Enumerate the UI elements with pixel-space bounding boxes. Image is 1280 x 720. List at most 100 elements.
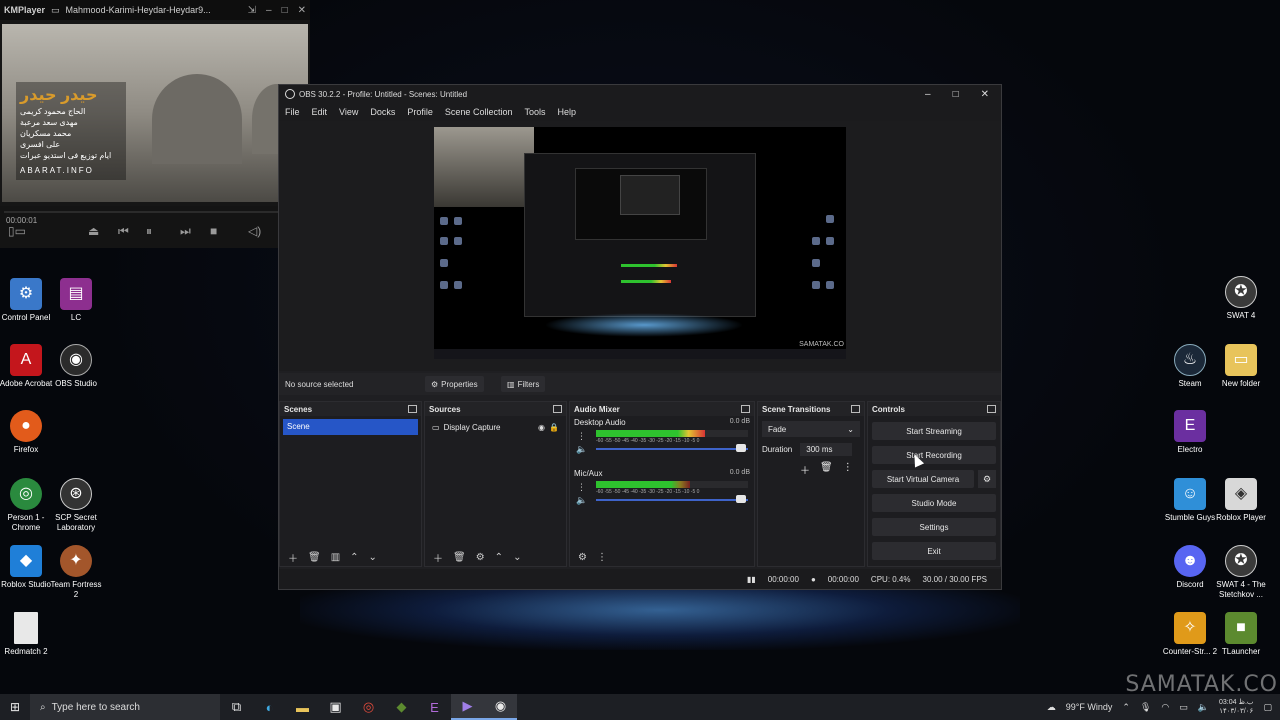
kmplayer-window[interactable]: KMPlayer ▭ Mahmood-Karimi-Heydar-Heydar9…: [0, 0, 310, 248]
kebab-menu-icon[interactable]: ⋮: [597, 552, 607, 563]
chevron-up-icon[interactable]: ⌃: [1122, 702, 1130, 713]
move-down-icon[interactable]: ⌄: [513, 552, 521, 563]
weather-text[interactable]: 99°F Windy: [1066, 702, 1113, 712]
gear-icon[interactable]: ⚙: [978, 470, 996, 488]
desktop-icon-tlauncher[interactable]: ■ TLauncher: [1213, 612, 1269, 657]
start-recording-button[interactable]: Start Recording: [872, 446, 996, 464]
menu-profile[interactable]: Profile: [407, 107, 433, 117]
playlist-icon[interactable]: ▯▭: [8, 224, 26, 238]
undock-icon[interactable]: [408, 405, 417, 413]
minimize-icon[interactable]: –: [925, 89, 931, 100]
lock-icon[interactable]: 🔒: [549, 423, 559, 432]
pause-icon[interactable]: ⏸: [146, 224, 152, 239]
filters-button[interactable]: ▥ Filters: [501, 376, 546, 392]
wifi-icon[interactable]: ◠: [1161, 702, 1169, 713]
trash-icon[interactable]: 🗑: [453, 552, 466, 563]
desktop-icon-scp[interactable]: ⊛ SCP Secret Laboratory: [48, 478, 104, 533]
mic-icon[interactable]: 🎙: [1140, 702, 1151, 713]
advanced-audio-icon[interactable]: ⚙: [578, 552, 587, 563]
obs-taskbar-icon[interactable]: ◉: [484, 694, 517, 720]
speaker-icon[interactable]: 🔈: [1198, 702, 1209, 713]
eject-icon[interactable]: ⏏: [88, 224, 99, 238]
desktop-icon-swat4[interactable]: ✪ SWAT 4: [1213, 276, 1269, 321]
add-icon[interactable]: ＋: [288, 550, 298, 565]
desktop-icon-steam[interactable]: ♨ Steam: [1162, 344, 1218, 389]
desktop-icon-lc[interactable]: ▤ LC: [48, 278, 104, 323]
volume-slider[interactable]: [596, 448, 748, 450]
taskbar-search[interactable]: ⌕ Type here to search: [30, 694, 220, 720]
desktop-icon-chrome[interactable]: ◎ Person 1 - Chrome: [0, 478, 54, 533]
undock-icon[interactable]: [553, 405, 562, 413]
exit-button[interactable]: Exit: [872, 542, 996, 560]
move-up-icon[interactable]: ⌃: [350, 552, 358, 563]
menu-help[interactable]: Help: [557, 107, 576, 117]
minecraft-icon[interactable]: ◆: [385, 694, 418, 720]
studio-mode-button[interactable]: Studio Mode: [872, 494, 996, 512]
start-virtual-camera-button[interactable]: Start Virtual Camera: [872, 470, 974, 488]
scene-list-item[interactable]: Scene: [283, 419, 418, 435]
add-icon[interactable]: ＋: [433, 550, 443, 565]
file-explorer-icon[interactable]: ▬: [286, 694, 319, 720]
kebab-menu-icon[interactable]: ⋮: [577, 482, 586, 493]
menu-scene-collection[interactable]: Scene Collection: [445, 107, 513, 117]
seek-bar[interactable]: [4, 211, 304, 213]
add-icon[interactable]: ＋: [800, 462, 810, 477]
desktop-icon-new-folder[interactable]: ▭ New folder: [1213, 344, 1269, 389]
obs-window[interactable]: OBS 30.2.2 - Profile: Untitled - Scenes:…: [278, 84, 1002, 590]
volume-slider-handle[interactable]: [736, 495, 746, 503]
menu-docks[interactable]: Docks: [370, 107, 395, 117]
desktop-icon-roblox-player[interactable]: ◈ Roblox Player: [1213, 478, 1269, 523]
trash-icon[interactable]: 🗑: [308, 552, 321, 563]
stop-icon[interactable]: ■: [210, 224, 217, 238]
next-icon[interactable]: ⏭: [180, 224, 191, 239]
menu-edit[interactable]: Edit: [312, 107, 328, 117]
menu-file[interactable]: File: [285, 107, 300, 117]
menu-view[interactable]: View: [339, 107, 358, 117]
battery-icon[interactable]: ▭: [1179, 702, 1188, 713]
pin-icon[interactable]: ⇲: [248, 5, 256, 16]
volume-slider-handle[interactable]: [736, 444, 746, 452]
trash-icon[interactable]: 🗑: [820, 462, 833, 477]
settings-button[interactable]: Settings: [872, 518, 996, 536]
desktop-icon-adobe-acrobat[interactable]: A Adobe Acrobat: [0, 344, 54, 389]
desktop-icon-control-panel[interactable]: ⚙ Control Panel: [0, 278, 54, 323]
undock-icon[interactable]: [987, 405, 996, 413]
properties-button[interactable]: ⚙ Properties: [425, 376, 484, 392]
speaker-icon[interactable]: 🔈: [576, 495, 587, 506]
filter-icon[interactable]: ▥: [331, 552, 340, 563]
electro-icon[interactable]: E: [418, 694, 451, 720]
move-up-icon[interactable]: ⌃: [495, 552, 503, 563]
maximize-icon[interactable]: □: [953, 89, 959, 100]
desktop-icon-redmatch[interactable]: Redmatch 2: [0, 612, 54, 657]
desktop-icon-firefox[interactable]: ● Firefox: [0, 410, 54, 455]
desktop-icon-counter-strike[interactable]: ✧ Counter-Str... 2: [1162, 612, 1218, 657]
desktop-icon-swat4-expansion[interactable]: ✪ SWAT 4 - The Stetchkov ...: [1213, 545, 1269, 600]
speaker-icon[interactable]: 🔈: [576, 444, 587, 455]
clock[interactable]: 03:04 ب.ظ ۱۴۰۳/۰۳/۰۶: [1219, 698, 1253, 716]
edge-icon[interactable]: ◐: [253, 694, 286, 720]
undock-icon[interactable]: [851, 405, 860, 413]
kmplayer-titlebar[interactable]: KMPlayer ▭ Mahmood-Karimi-Heydar-Heydar9…: [0, 0, 310, 20]
desktop-icon-obs-studio[interactable]: ◉ OBS Studio: [48, 344, 104, 389]
close-icon[interactable]: ✕: [981, 89, 989, 100]
preview-canvas[interactable]: SAMATAK.CO: [434, 127, 846, 359]
transition-select[interactable]: Fade ⌄: [762, 421, 860, 437]
start-button[interactable]: ⊞: [0, 700, 30, 714]
maximize-icon[interactable]: □: [282, 5, 288, 16]
desktop-icon-electro[interactable]: E Electro: [1162, 410, 1218, 455]
move-down-icon[interactable]: ⌄: [369, 552, 377, 563]
previous-icon[interactable]: ⏮: [118, 224, 129, 239]
close-icon[interactable]: ✕: [298, 5, 306, 16]
source-list-item[interactable]: ▭ Display Capture ◉ 🔒: [428, 419, 563, 435]
desktop-icon-roblox-studio[interactable]: ◆ Roblox Studio: [0, 545, 54, 590]
gear-icon[interactable]: ⚙: [476, 552, 485, 563]
visual-studio-icon[interactable]: ▶: [451, 694, 484, 720]
minimize-icon[interactable]: –: [266, 5, 272, 16]
obs-titlebar[interactable]: OBS 30.2.2 - Profile: Untitled - Scenes:…: [279, 85, 1001, 103]
kmplayer-menu-icon[interactable]: ▭: [51, 5, 60, 16]
duration-input[interactable]: 300 ms: [800, 443, 853, 456]
chrome-icon[interactable]: ◎: [352, 694, 385, 720]
start-streaming-button[interactable]: Start Streaming: [872, 422, 996, 440]
kebab-menu-icon[interactable]: ⋮: [577, 431, 586, 442]
task-view-icon[interactable]: ⧉: [220, 694, 253, 720]
